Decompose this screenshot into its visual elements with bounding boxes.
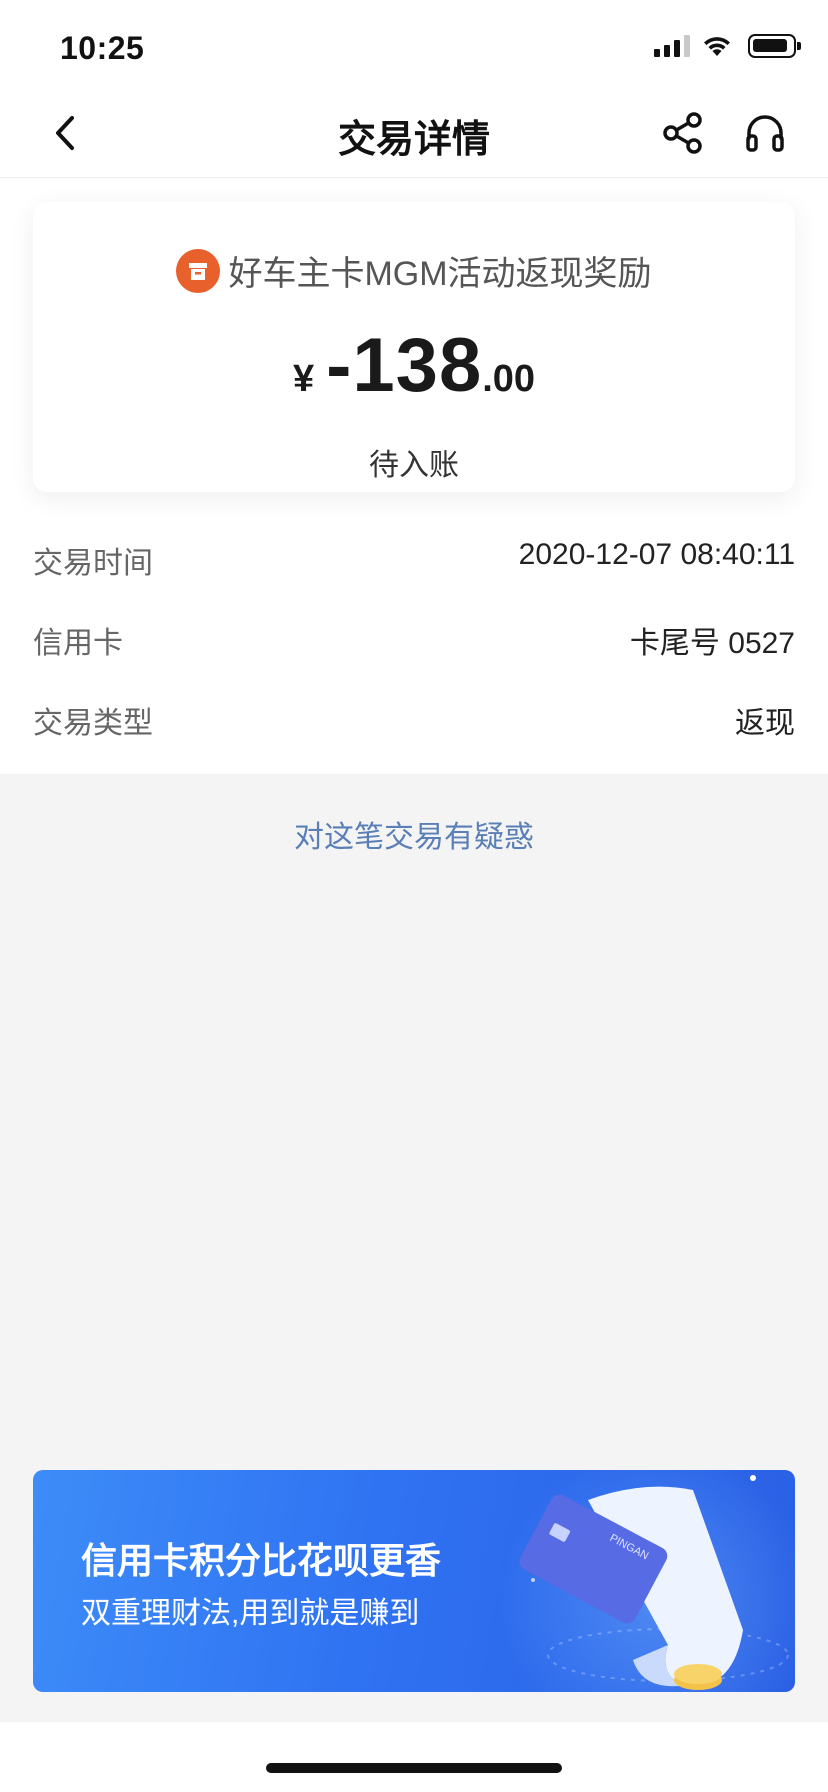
dispute-transaction-link[interactable]: 对这笔交易有疑惑 xyxy=(0,812,828,856)
share-button[interactable] xyxy=(656,106,710,160)
detail-value: 卡尾号 0527 xyxy=(629,627,795,660)
amount-decimal: .00 xyxy=(482,358,536,400)
transaction-summary-card: 好车主卡MGM活动返现奖励 ¥ -138 .00 待入账 xyxy=(33,202,795,492)
status-icons xyxy=(654,34,801,58)
detail-row-transaction-time: 交易时间 2020-12-07 08:40:11 xyxy=(0,518,828,598)
share-icon xyxy=(663,112,702,154)
banner-subtitle: 双重理财法,用到就是赚到 xyxy=(81,1597,420,1630)
headphones-icon xyxy=(746,115,784,152)
credit-card-illustration: PINGAN xyxy=(519,1475,789,1690)
cellular-signal-icon xyxy=(654,35,690,57)
wifi-icon xyxy=(704,37,730,56)
status-time: 10:25 xyxy=(60,30,145,66)
transaction-detail-page: 10:25 交易详情 好车主卡MGM活动返现奖励 ¥ -138 .00 待入账 … xyxy=(0,0,828,1792)
detail-value: 2020-12-07 08:40:11 xyxy=(518,538,795,571)
bottom-area xyxy=(0,1722,828,1792)
merchant-row: 好车主卡MGM活动返现奖励 xyxy=(33,246,795,295)
detail-label: 交易类型 xyxy=(33,707,153,740)
transaction-status: 待入账 xyxy=(369,449,459,482)
transaction-content: 好车主卡MGM活动返现奖励 ¥ -138 .00 待入账 交易时间 2020-1… xyxy=(0,178,828,774)
customer-service-button[interactable] xyxy=(738,106,792,160)
detail-row-transaction-type: 交易类型 返现 xyxy=(0,678,828,758)
battery-icon xyxy=(748,34,801,58)
detail-row-credit-card: 信用卡 卡尾号 0527 xyxy=(0,598,828,678)
promo-banner[interactable]: 信用卡积分比花呗更香 双重理财法,用到就是赚到 PINGAN xyxy=(33,1470,795,1692)
amount-integer: -138 xyxy=(326,323,483,408)
detail-value: 返现 xyxy=(735,707,795,740)
detail-label: 信用卡 xyxy=(33,627,123,660)
navigation-bar: 交易详情 xyxy=(0,88,828,178)
transaction-amount: ¥ -138 .00 xyxy=(33,322,795,409)
merchant-name: 好车主卡MGM活动返现奖励 xyxy=(228,255,652,293)
home-indicator xyxy=(266,1763,562,1773)
currency-symbol: ¥ xyxy=(292,358,315,400)
detail-label: 交易时间 xyxy=(33,547,153,580)
banner-title: 信用卡积分比花呗更香 xyxy=(81,1540,442,1581)
detail-list: 交易时间 2020-12-07 08:40:11 信用卡 卡尾号 0527 交易… xyxy=(0,518,828,758)
gift-box-icon xyxy=(176,248,221,293)
status-bar: 10:25 xyxy=(0,0,828,88)
